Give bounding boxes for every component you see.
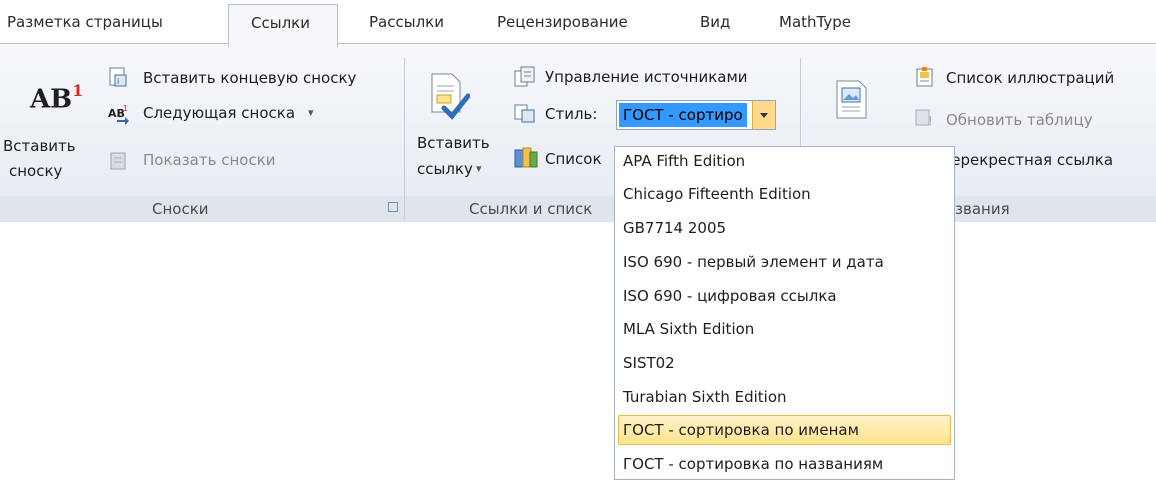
tab-mailings[interactable]: Рассылки [369, 13, 444, 31]
style-label: Стиль: [545, 105, 598, 123]
insert-citation-dropdown-arrow-icon: ▾ [476, 162, 482, 175]
citation-style-icon [514, 104, 535, 123]
style-option-turabian[interactable]: Turabian Sixth Edition [623, 388, 787, 406]
style-option-gb7714[interactable]: GB7714 2005 [623, 219, 726, 237]
style-option-iso690-numeric[interactable]: ISO 690 - цифровая ссылка [623, 287, 837, 305]
style-option-gost-by-title[interactable]: ГОСТ - сортировка по названиям [623, 455, 883, 473]
style-dropdown-list: APA Fifth Edition Chicago Fifteenth Edit… [614, 146, 955, 480]
tab-review[interactable]: Рецензирование [497, 13, 628, 31]
show-notes-icon [110, 152, 126, 170]
insert-citation-icon [431, 73, 470, 120]
style-combobox[interactable]: ГОСТ - сортиро [616, 100, 776, 130]
tab-view[interactable]: Вид [700, 13, 730, 31]
update-table-label: Обновить таблицу [946, 111, 1093, 129]
group-separator [404, 58, 405, 220]
ribbon-tab-bar: Разметка страницы Ссылки Рассылки Реценз… [0, 0, 1156, 47]
insert-footnote-label-2: сноску [9, 162, 63, 180]
update-table-icon: ! [915, 109, 933, 128]
insert-endnote-icon: i [109, 67, 127, 87]
style-option-gost-by-name[interactable]: ГОСТ - сортировка по именам [623, 421, 859, 439]
insert-endnote-label: Вставить концевую сноску [143, 69, 357, 87]
bibliography-label: Список [545, 150, 602, 168]
cross-reference-label: Перекрестная ссылка [940, 151, 1114, 169]
style-combobox-value[interactable]: ГОСТ - сортиро [619, 103, 747, 127]
next-footnote-icon: AB 1 [108, 104, 129, 125]
captions-group-label: звания [955, 200, 1010, 218]
insert-footnote-label-1: Вставить [3, 137, 76, 155]
insert-caption-icon [836, 80, 867, 119]
style-combobox-dropdown-arrow-icon[interactable] [752, 101, 775, 129]
manage-sources-label: Управление источниками [545, 68, 748, 86]
citations-group-label: Ссылки и списк [469, 200, 593, 218]
table-of-figures-label: Список иллюстраций [946, 69, 1115, 87]
table-of-figures-icon [916, 67, 933, 87]
tab-page-layout[interactable]: Разметка страницы [7, 13, 163, 31]
manage-sources-icon [514, 66, 535, 87]
svg-text:!: ! [928, 114, 933, 128]
footnotes-group-label: Сноски [152, 200, 209, 218]
bibliography-icon [514, 147, 538, 168]
style-option-apa[interactable]: APA Fifth Edition [623, 152, 745, 170]
style-option-iso690-first-element[interactable]: ISO 690 - первый элемент и дата [623, 253, 884, 271]
footnote-ab-icon: AB1 [30, 81, 84, 115]
svg-text:1: 1 [123, 104, 128, 113]
footnotes-dialog-launcher-icon[interactable] [388, 202, 398, 212]
tab-references[interactable]: Ссылки [228, 4, 338, 47]
tab-mathtype[interactable]: MathType [779, 13, 851, 31]
insert-citation-label-1: Вставить [417, 134, 490, 152]
style-option-chicago[interactable]: Chicago Fifteenth Edition [623, 185, 811, 203]
svg-text:i: i [117, 77, 119, 86]
next-footnote-label: Следующая сноска [143, 104, 296, 122]
show-notes-label: Показать сноски [143, 151, 276, 169]
insert-citation-label-2: ссылку [417, 160, 473, 178]
next-footnote-dropdown-arrow-icon[interactable]: ▾ [308, 106, 314, 119]
tab-references-label: Ссылки [251, 14, 310, 32]
style-option-mla[interactable]: MLA Sixth Edition [623, 320, 754, 338]
style-option-sist02[interactable]: SIST02 [623, 354, 675, 372]
